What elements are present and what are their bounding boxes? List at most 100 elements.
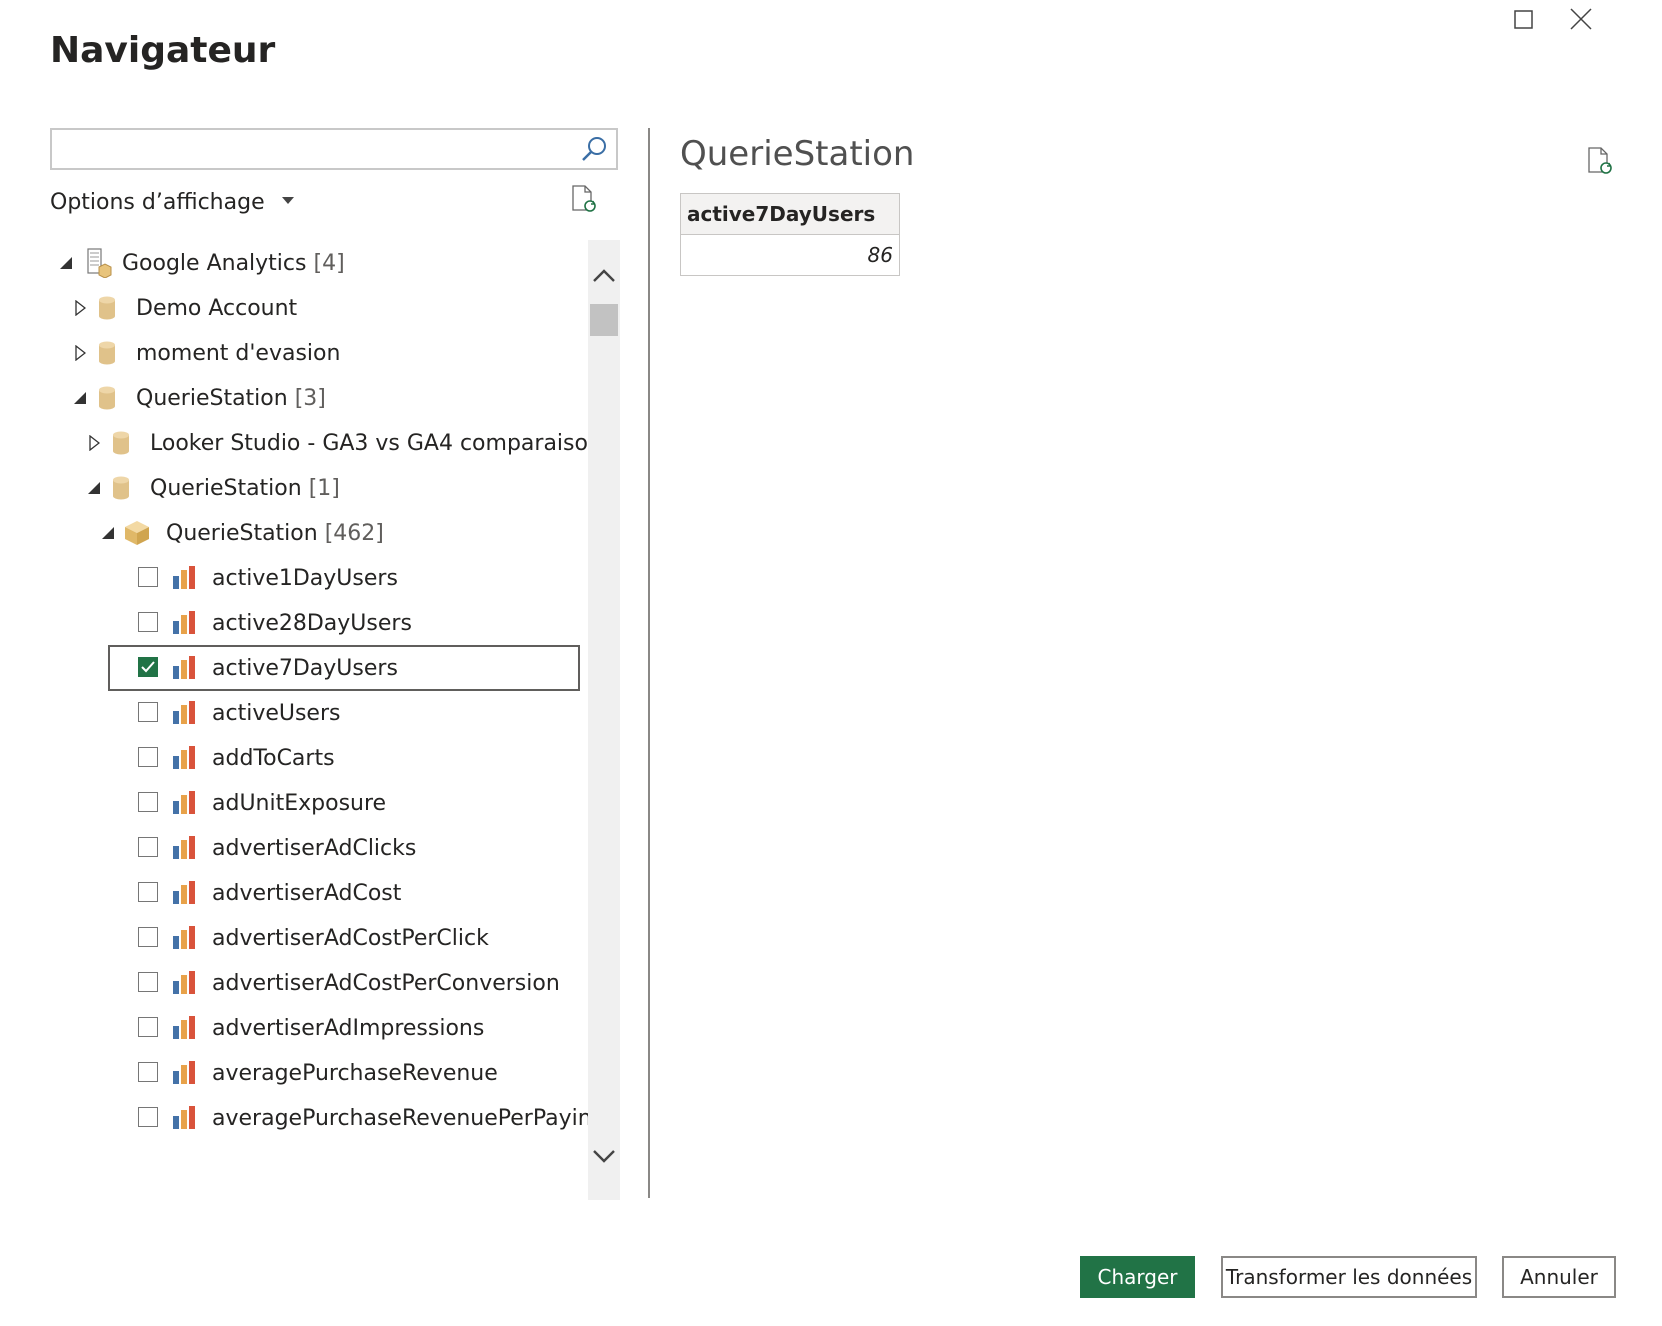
metric-item[interactable]: advertiserAdImpressions: [108, 1005, 580, 1051]
metric-label: active7DayUsers: [212, 655, 398, 681]
expand-icon[interactable]: [86, 435, 102, 451]
collapse-icon[interactable]: [100, 525, 116, 541]
bar-chart-icon: [173, 836, 195, 859]
tree-node-property[interactable]: Looker Studio - GA3 vs GA4 comparaison: [50, 420, 588, 466]
metric-checkbox[interactable]: [138, 882, 158, 902]
metric-checkbox[interactable]: [138, 657, 158, 677]
tree-node-label: Looker Studio - GA3 vs GA4 comparaison: [150, 430, 588, 456]
collapse-icon[interactable]: [72, 390, 88, 406]
preview-column-header: active7DayUsers: [680, 193, 900, 235]
collapse-icon[interactable]: [58, 255, 74, 271]
metric-label: advertiserAdCostPerConversion: [212, 970, 560, 996]
preview-table: active7DayUsers 86: [680, 193, 900, 276]
metric-label: advertiserAdImpressions: [212, 1015, 485, 1041]
cube-icon: [125, 521, 149, 545]
metric-label: averagePurchaseRevenuePerPayin...: [212, 1105, 588, 1131]
metric-checkbox[interactable]: [138, 1062, 158, 1082]
cancel-button[interactable]: Annuler: [1502, 1256, 1616, 1298]
tree-node-label: Demo Account: [136, 295, 298, 321]
tree-node-view[interactable]: QuerieStation [462]: [50, 510, 588, 556]
tree-scrollbar[interactable]: [588, 240, 620, 1200]
metric-item[interactable]: addToCarts: [108, 735, 580, 781]
tree-node-label: moment d'evasion: [136, 340, 341, 366]
collapse-icon[interactable]: [86, 480, 102, 496]
metric-item[interactable]: averagePurchaseRevenuePerPayin...: [108, 1095, 588, 1141]
display-options-dropdown[interactable]: Options d’affichage: [50, 190, 294, 215]
close-button[interactable]: [1568, 6, 1594, 36]
scrollbar-thumb[interactable]: [590, 304, 618, 336]
metric-label: active28DayUsers: [212, 610, 412, 636]
metric-checkbox[interactable]: [138, 1017, 158, 1037]
checkmark-icon: [141, 661, 155, 673]
bar-chart-icon: [173, 746, 195, 769]
metric-item[interactable]: active7DayUsers: [108, 645, 580, 691]
metric-checkbox[interactable]: [138, 972, 158, 992]
metric-item[interactable]: averagePurchaseRevenue: [108, 1050, 580, 1096]
database-icon: [113, 476, 129, 500]
transform-data-button[interactable]: Transformer les données: [1221, 1256, 1477, 1298]
metric-label: advertiserAdCostPerClick: [212, 925, 489, 951]
load-button[interactable]: Charger: [1080, 1256, 1195, 1298]
tree-node-count: [1]: [308, 475, 340, 501]
database-icon: [99, 341, 115, 365]
bar-chart-icon: [173, 611, 195, 634]
metric-checkbox[interactable]: [138, 612, 158, 632]
pane-divider: [648, 128, 650, 1198]
metric-checkbox[interactable]: [138, 567, 158, 587]
metric-item[interactable]: adUnitExposure: [108, 780, 580, 826]
metric-checkbox[interactable]: [138, 792, 158, 812]
display-options-label: Options d’affichage: [50, 190, 265, 215]
bar-chart-icon: [173, 701, 195, 724]
metric-checkbox[interactable]: [138, 747, 158, 767]
dialog-title: Navigateur: [50, 30, 276, 71]
metric-label: advertiserAdClicks: [212, 835, 417, 861]
chevron-up-icon[interactable]: [592, 266, 616, 284]
metric-label: active1DayUsers: [212, 565, 398, 591]
metric-checkbox[interactable]: [138, 702, 158, 722]
metric-item[interactable]: activeUsers: [108, 690, 580, 736]
refresh-preview-button[interactable]: [1586, 146, 1614, 180]
chevron-down-icon[interactable]: [592, 1148, 616, 1166]
metric-item[interactable]: advertiserAdCost: [108, 870, 580, 916]
navigator-tree: Google Analytics [4] Demo Account moment…: [50, 240, 588, 1200]
search-input[interactable]: [58, 134, 562, 166]
database-icon: [99, 296, 115, 320]
tree-node-label: QuerieStation: [150, 475, 302, 501]
metric-label: averagePurchaseRevenue: [212, 1060, 498, 1086]
preview-title: QuerieStation: [680, 134, 915, 174]
tree-node-count: [462]: [324, 520, 384, 546]
refresh-document-icon: [1588, 147, 1612, 174]
expand-icon[interactable]: [72, 345, 88, 361]
bar-chart-icon: [173, 1061, 195, 1084]
tree-node-count: [4]: [313, 250, 345, 276]
tree-node-label: QuerieStation: [136, 385, 288, 411]
metric-checkbox[interactable]: [138, 1107, 158, 1127]
search-icon[interactable]: [580, 135, 608, 163]
tree-node-property[interactable]: QuerieStation [1]: [50, 465, 588, 511]
metric-checkbox[interactable]: [138, 927, 158, 947]
metric-label: activeUsers: [212, 700, 341, 726]
bar-chart-icon: [173, 1106, 195, 1129]
close-icon: [1570, 8, 1592, 30]
tree-node-count: [3]: [294, 385, 326, 411]
refresh-document-icon: [572, 185, 596, 212]
tree-node-account[interactable]: moment d'evasion: [50, 330, 588, 376]
tree-node-account[interactable]: QuerieStation [3]: [50, 375, 588, 421]
expand-icon[interactable]: [72, 300, 88, 316]
tree-node-account[interactable]: Demo Account: [50, 285, 588, 331]
metric-item[interactable]: advertiserAdClicks: [108, 825, 580, 871]
metric-item[interactable]: active28DayUsers: [108, 600, 580, 646]
maximize-button[interactable]: [1512, 8, 1536, 36]
metric-item[interactable]: active1DayUsers: [108, 555, 580, 601]
bar-chart-icon: [173, 926, 195, 949]
refresh-tree-button[interactable]: [570, 184, 598, 218]
tree-node-google-analytics[interactable]: Google Analytics [4]: [50, 240, 588, 286]
search-box[interactable]: [50, 128, 618, 170]
bar-chart-icon: [173, 971, 195, 994]
chevron-down-icon: [281, 196, 294, 204]
database-icon: [113, 431, 129, 455]
metric-checkbox[interactable]: [138, 837, 158, 857]
metric-item[interactable]: advertiserAdCostPerConversion: [108, 960, 580, 1006]
metric-label: addToCarts: [212, 745, 335, 771]
metric-item[interactable]: advertiserAdCostPerClick: [108, 915, 580, 961]
